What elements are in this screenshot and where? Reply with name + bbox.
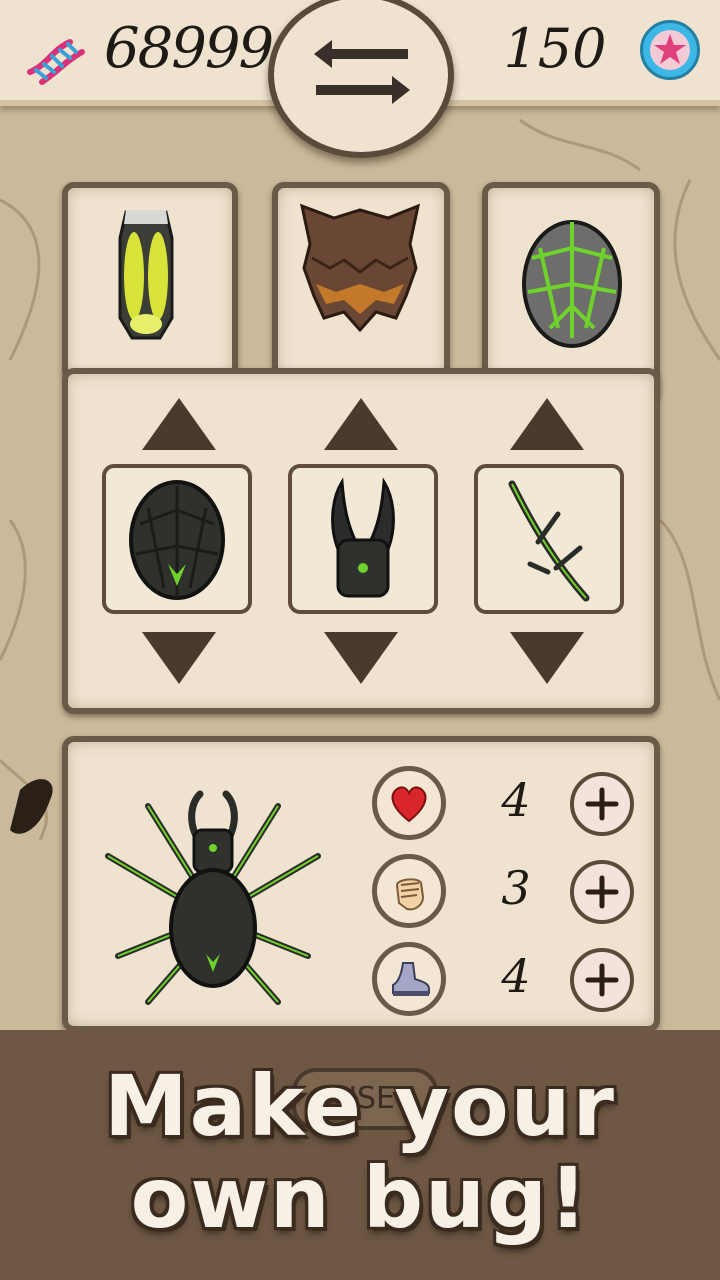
health-value: 4 (501, 773, 531, 827)
slot-body[interactable] (102, 464, 252, 614)
speed-plus-button[interactable] (570, 948, 634, 1012)
down-arrow-body[interactable] (140, 630, 218, 686)
promo-line-1: Make your (104, 1057, 616, 1155)
attack-plus-button[interactable] (570, 860, 634, 924)
attack-stat-icon (372, 854, 446, 928)
spiked-legs-icon (508, 480, 590, 602)
part-selector-panel (62, 368, 660, 714)
down-arrow-legs[interactable] (508, 630, 586, 686)
plus-icon (585, 787, 619, 821)
slot-head[interactable] (288, 464, 438, 614)
fist-icon (395, 878, 425, 911)
grey-green-shell-icon (522, 220, 622, 348)
dna-count: 68999 (104, 16, 274, 81)
plus-icon (585, 875, 619, 909)
speed-stat-icon (372, 942, 446, 1016)
speed-value: 4 (501, 949, 531, 1003)
up-arrow-head[interactable] (322, 396, 400, 452)
bug-stats-panel: 4 3 4 (62, 736, 660, 1032)
star-count: 150 (503, 17, 607, 80)
swap-arrows-icon (314, 40, 410, 104)
heart-icon (391, 786, 427, 823)
shoe-icon (392, 962, 430, 996)
star-icon (650, 30, 690, 70)
promo-caption: Make your own bug! (40, 1060, 680, 1270)
down-arrow-head[interactable] (322, 630, 400, 686)
part-tab-2[interactable] (272, 182, 450, 382)
attack-value: 3 (501, 861, 531, 915)
star-shop-button[interactable] (640, 20, 700, 80)
up-arrow-legs[interactable] (508, 396, 586, 452)
black-green-shell-icon (129, 480, 225, 600)
slot-legs[interactable] (474, 464, 624, 614)
health-plus-button[interactable] (570, 772, 634, 836)
promo-line-2: own bug! (130, 1149, 590, 1247)
dna-icon (27, 39, 85, 85)
bug-preview (105, 790, 321, 1005)
brown-spiked-armor-icon (299, 203, 421, 333)
health-stat-icon (372, 766, 446, 840)
part-tab-1[interactable] (62, 182, 238, 382)
glowing-yellow-shell-icon (118, 210, 174, 340)
plus-icon (585, 963, 619, 997)
horned-head-icon (331, 477, 395, 598)
up-arrow-body[interactable] (140, 396, 218, 452)
